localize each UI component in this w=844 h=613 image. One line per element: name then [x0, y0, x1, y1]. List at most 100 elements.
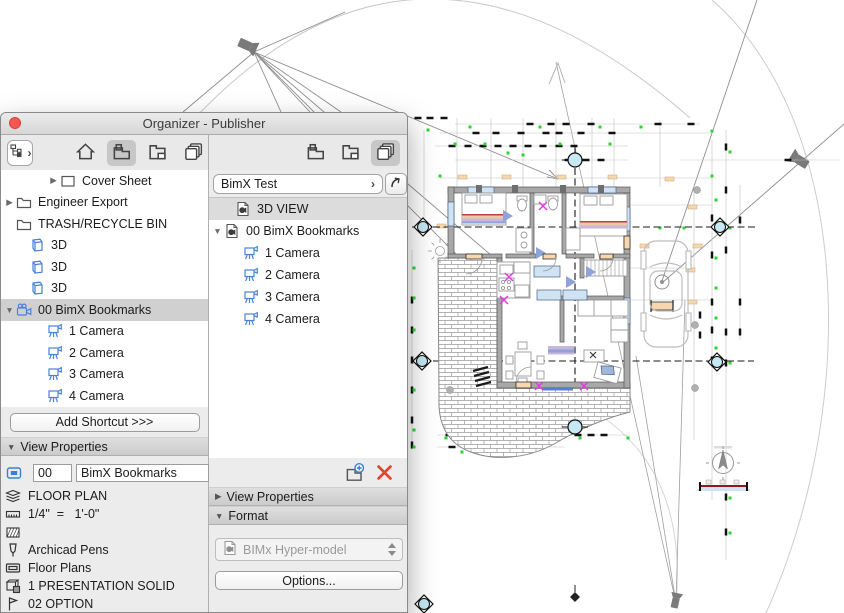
camera-icon	[47, 323, 66, 339]
view-properties-header-left[interactable]: ▼ View Properties	[1, 437, 208, 456]
organizer-publisher-window: Organizer - Publisher › ▶ Cover Sheet ▶ Eng…	[0, 112, 408, 613]
tree-structure-icon	[9, 143, 25, 162]
item-label: Engineer Export	[38, 195, 128, 210]
left-tab-publisher-sets[interactable]	[179, 140, 208, 166]
list-item-3-camera[interactable]: 3 Camera	[1, 364, 208, 386]
view-property-row[interactable]: FLOOR PLAN	[1, 487, 208, 505]
right-tab-view-map[interactable]	[301, 140, 330, 166]
house-icon	[75, 142, 96, 164]
layout-book-icon	[341, 142, 360, 164]
view-name-field[interactable]	[76, 464, 209, 482]
list-item-3d[interactable]: 3D	[1, 256, 208, 278]
item-label: 2 Camera	[69, 345, 124, 360]
left-tab-view-map[interactable]	[107, 139, 136, 166]
list-item-cover-sheet[interactable]: ▶ Cover Sheet	[1, 170, 208, 192]
expander-expanded-icon[interactable]: ▼	[3, 305, 16, 315]
window-titlebar[interactable]: Organizer - Publisher	[1, 113, 407, 135]
view-properties-header-right[interactable]: ▶ View Properties	[209, 487, 407, 506]
view-property-row[interactable]: 1/4" = 1'-0"	[1, 505, 208, 523]
view-map-icon	[306, 142, 325, 164]
list-item-4-camera[interactable]: 4 Camera	[209, 308, 407, 330]
folder-icon	[16, 194, 35, 210]
north-compass	[706, 446, 740, 480]
chevron-right-icon: ›	[371, 176, 375, 191]
model-view-icon	[5, 560, 28, 576]
options-button[interactable]: Options...	[215, 571, 403, 590]
delete-item-button[interactable]	[375, 463, 394, 482]
list-item-3d[interactable]: 3D	[1, 278, 208, 300]
publisher-item-list: 3D VIEW ▼ 00 BimX Bookmarks 1 Camera 2 Camer…	[209, 197, 407, 458]
view-properties-body: FLOOR PLAN 1/4" = 1'-0" Archicad Pens Floor…	[1, 456, 209, 612]
view-id-field[interactable]	[33, 464, 72, 482]
view-property-row[interactable]: 1 PRESENTATION SOLID	[1, 577, 208, 595]
section-expanded-icon: ▼	[7, 441, 16, 452]
list-item-2-camera[interactable]: 2 Camera	[1, 342, 208, 364]
view-3d-icon	[29, 280, 48, 296]
up-arrow-icon	[388, 174, 404, 193]
item-label: 2 Camera	[265, 268, 320, 282]
item-label: 3D	[51, 238, 67, 253]
list-item-trash-recycle-bin[interactable]: TRASH/RECYCLE BIN	[1, 213, 208, 235]
up-one-level-button[interactable]	[385, 172, 407, 195]
item-label: Cover Sheet	[82, 173, 152, 188]
left-tab-layout-book[interactable]	[143, 140, 172, 166]
list-item-3d[interactable]: 3D	[1, 235, 208, 257]
view-property-row[interactable]: Floor Plans	[1, 559, 208, 577]
format-dropdown[interactable]: BIMx Hyper-model	[215, 538, 403, 561]
list-item-1-camera[interactable]: 1 Camera	[209, 242, 407, 264]
renovation-icon	[5, 578, 28, 594]
right-tab-layout-book[interactable]	[336, 140, 365, 166]
view-property-row[interactable]: Archicad Pens	[1, 541, 208, 559]
folder-icon	[16, 216, 35, 232]
window-title: Organizer - Publisher	[142, 116, 266, 131]
view-map-panel: ▶ Cover Sheet ▶ Engineer Export TRASH/RECYCL…	[1, 170, 209, 612]
format-header[interactable]: ▼ Format	[209, 506, 407, 525]
publisher-sets-icon	[376, 142, 395, 164]
project-chooser-button[interactable]: ›	[7, 139, 33, 166]
view-property-text: 1/4" = 1'-0"	[28, 507, 100, 521]
item-label: 3D	[51, 259, 67, 274]
bimx-doc-icon	[224, 223, 243, 239]
expander-collapsed-icon[interactable]: ▶	[3, 197, 16, 208]
view-map-tree: ▶ Cover Sheet ▶ Engineer Export TRASH/RECYCL…	[1, 170, 208, 407]
item-label: 3 Camera	[265, 290, 320, 304]
layout-book-icon	[148, 142, 167, 164]
movie-camera-icon	[16, 302, 35, 318]
dropdown-stepper-icon	[388, 543, 396, 556]
expander-collapsed-icon[interactable]: ▶	[47, 175, 60, 186]
add-shortcut-button[interactable]: Add Shortcut >>>	[9, 412, 200, 432]
layout-sheet-icon	[60, 173, 79, 189]
right-tab-publisher-sets[interactable]	[371, 139, 400, 166]
close-button[interactable]	[9, 117, 21, 129]
bimx-doc-icon	[222, 540, 238, 559]
pen-icon	[5, 542, 28, 558]
camera-icon	[47, 345, 66, 361]
camera-icon	[47, 388, 66, 404]
publisher-set-selector[interactable]: BimX Test ›	[213, 173, 383, 194]
left-tab-project-map[interactable]	[71, 140, 100, 166]
screen: Organizer - Publisher › ▶ Cover Sheet ▶ Eng…	[0, 0, 844, 613]
item-label: 4 Camera	[265, 312, 320, 326]
list-item-00-bimx-bookmarks[interactable]: ▼ 00 BimX Bookmarks	[209, 220, 407, 242]
view-property-text: Floor Plans	[28, 561, 92, 575]
view-property-text: FLOOR PLAN	[28, 489, 108, 503]
view-property-row[interactable]: 02 OPTION	[1, 595, 208, 612]
list-item-4-camera[interactable]: 4 Camera	[1, 385, 208, 407]
list-item-2-camera[interactable]: 2 Camera	[209, 264, 407, 286]
camera-icon	[243, 267, 262, 283]
item-label: 00 BimX Bookmarks	[246, 224, 360, 238]
camera-icon	[243, 245, 262, 261]
view-property-row[interactable]	[1, 523, 208, 541]
item-label: 1 Camera	[69, 324, 124, 339]
item-label: 3D VIEW	[257, 202, 309, 216]
expander-expanded-icon[interactable]: ▼	[211, 226, 224, 236]
list-item-3d-view[interactable]: 3D VIEW	[209, 198, 407, 220]
list-item-3-camera[interactable]: 3 Camera	[209, 286, 407, 308]
list-item-00-bimx-bookmarks[interactable]: ▼ 00 BimX Bookmarks	[1, 299, 208, 321]
new-item-button[interactable]	[345, 463, 364, 482]
item-label: 3 Camera	[69, 367, 124, 382]
list-item-1-camera[interactable]: 1 Camera	[1, 321, 208, 343]
bimx-doc-icon	[235, 201, 254, 217]
list-item-engineer-export[interactable]: ▶ Engineer Export	[1, 192, 208, 214]
view-property-text: 02 OPTION	[28, 597, 94, 611]
